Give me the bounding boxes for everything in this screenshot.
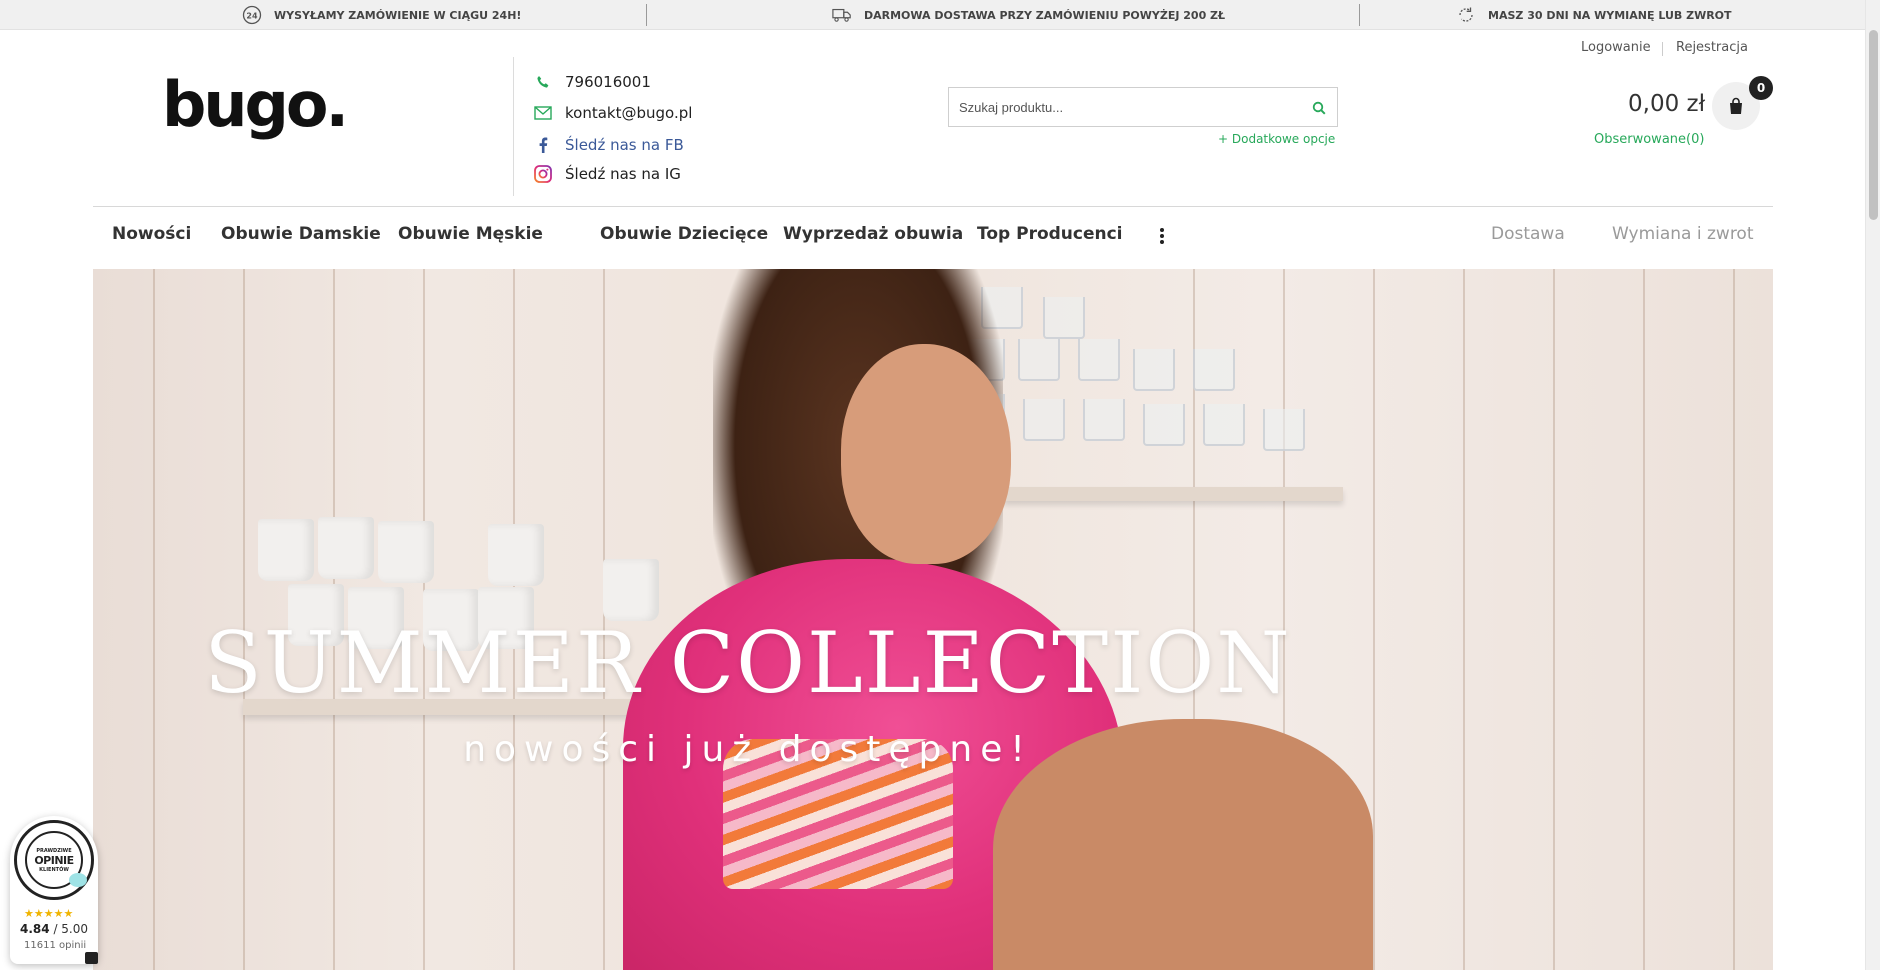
speech-bubble-icon — [69, 873, 87, 887]
extra-search-options-link[interactable]: + Dodatkowe opcje — [1218, 132, 1335, 146]
info-shipping-text: WYSYŁAMY ZAMÓWIENIE W CIĄGU 24H! — [274, 8, 522, 22]
facebook-icon — [534, 136, 552, 154]
wall-plank — [1463, 269, 1465, 970]
divider — [93, 206, 1773, 207]
nav-item-men-shoes[interactable]: Obuwie Męskie — [398, 224, 543, 244]
cart-count-badge: 0 — [1749, 76, 1773, 100]
reviews-seal-icon: PRAWDZIWE OPINIE KLIENTÓW — [14, 820, 94, 900]
divider — [1359, 4, 1360, 26]
instagram-link: Śledź nas na IG — [565, 165, 681, 183]
svg-text:24: 24 — [246, 12, 258, 21]
search-button[interactable] — [1309, 98, 1329, 118]
envelope-icon — [534, 104, 552, 122]
contact-instagram[interactable]: Śledź nas na IG — [534, 165, 681, 183]
nav-item-women-shoes[interactable]: Obuwie Damskie — [221, 224, 381, 244]
cart-total-price[interactable]: 0,00 zł — [1628, 91, 1705, 117]
rating-stars: ★★★★★ — [24, 907, 74, 920]
delivery-truck-icon — [832, 5, 852, 25]
mug — [318, 517, 374, 579]
contact-phone[interactable]: 796016001 — [534, 73, 651, 91]
hero-title: SUMMER COLLECTION — [204, 614, 1292, 712]
rating-score: 4.84 / 5.00 — [20, 922, 89, 936]
nav-item-new[interactable]: Nowości — [112, 224, 191, 244]
wall-plank — [1733, 269, 1735, 970]
shelf — [1003, 487, 1343, 501]
login-link[interactable]: Logowanie — [1581, 40, 1651, 55]
info-free-delivery: DARMOWA DOSTAWA PRZY ZAMÓWIENIU POWYŻEJ … — [832, 0, 1225, 30]
site-logo[interactable]: bugo. — [162, 74, 349, 136]
phone-icon — [534, 73, 552, 91]
divider — [1662, 42, 1663, 56]
nav-item-delivery[interactable]: Dostawa — [1491, 224, 1565, 244]
nav-item-sale[interactable]: Wyprzedaż obuwia — [783, 224, 963, 244]
search-icon — [1312, 101, 1326, 115]
shopping-bag-icon — [1730, 97, 1742, 114]
hero-subtitle: nowości już dostępne! — [463, 729, 1033, 770]
glass — [1083, 399, 1125, 441]
mug — [603, 559, 659, 621]
register-link[interactable]: Rejestracja — [1676, 40, 1748, 55]
more-menu-icon[interactable] — [1156, 226, 1168, 246]
page-scrollbar[interactable] — [1865, 0, 1880, 970]
info-returns-text: MASZ 30 DNI NA WYMIANĘ LUB ZWROT — [1488, 8, 1732, 22]
top-info-bar: 24 WYSYŁAMY ZAMÓWIENIE W CIĄGU 24H! DARM… — [0, 0, 1865, 30]
divider — [646, 4, 647, 26]
info-returns: MASZ 30 DNI NA WYMIANĘ LUB ZWROT — [1456, 0, 1732, 30]
glass — [1263, 409, 1305, 451]
24h-clock-icon: 24 — [242, 5, 262, 25]
contact-email[interactable]: kontakt@bugo.pl — [534, 104, 692, 122]
search-box — [948, 87, 1338, 127]
nav-item-kids-shoes[interactable]: Obuwie Dziecięce — [600, 224, 768, 244]
mug — [378, 521, 434, 583]
divider — [513, 57, 514, 196]
phone-number: 796016001 — [565, 73, 651, 91]
email-address: kontakt@bugo.pl — [565, 104, 693, 122]
scrollbar-thumb[interactable] — [1869, 30, 1878, 220]
info-free-delivery-text: DARMOWA DOSTAWA PRZY ZAMÓWIENIU POWYŻEJ … — [864, 8, 1226, 22]
wall-plank — [1553, 269, 1555, 970]
info-shipping-24h: 24 WYSYŁAMY ZAMÓWIENIE W CIĄGU 24H! — [242, 0, 521, 30]
glass — [1078, 339, 1120, 381]
instagram-icon — [534, 165, 552, 183]
glass — [1143, 404, 1185, 446]
glass — [1043, 297, 1085, 339]
nav-item-exchange-return[interactable]: Wymiana i zwrot — [1612, 224, 1754, 244]
return-arrows-icon — [1456, 5, 1476, 25]
reviews-widget[interactable]: PRAWDZIWE OPINIE KLIENTÓW ★★★★★ 4.84 / 5… — [10, 816, 98, 964]
nav-item-top-brands[interactable]: Top Producenci — [977, 224, 1123, 244]
model-face — [841, 344, 1011, 564]
glass — [1193, 349, 1235, 391]
glass — [1018, 339, 1060, 381]
hero-banner[interactable]: SUMMER COLLECTION nowości już dostępne! — [93, 269, 1773, 970]
expand-arrow-icon[interactable] — [85, 952, 98, 964]
watched-products-link[interactable]: Obserwowane(0) — [1594, 132, 1704, 147]
glass — [1023, 399, 1065, 441]
reviews-count: 11611 opinii — [24, 940, 87, 951]
wall-plank — [1643, 269, 1645, 970]
mug — [488, 524, 544, 586]
glass — [1133, 349, 1175, 391]
mug — [258, 519, 314, 581]
facebook-link: Śledź nas na FB — [565, 136, 684, 154]
contact-facebook[interactable]: Śledź nas na FB — [534, 136, 684, 154]
search-input[interactable] — [959, 88, 1299, 126]
glass — [1203, 404, 1245, 446]
